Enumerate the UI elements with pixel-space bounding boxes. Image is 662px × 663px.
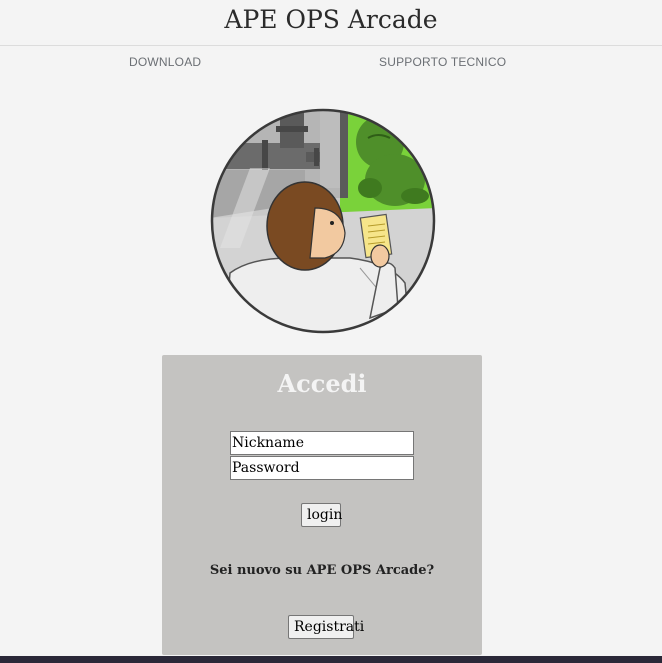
- login-title: Accedi: [277, 369, 367, 398]
- login-button[interactable]: login: [301, 503, 342, 527]
- nav-support-link[interactable]: SUPPORTO TECNICO: [379, 55, 506, 69]
- hero-illustration: [210, 108, 436, 334]
- password-input[interactable]: [230, 456, 414, 480]
- site-title: APE OPS Arcade: [224, 5, 438, 34]
- register-button[interactable]: Registrati: [288, 615, 364, 639]
- login-panel: Accedi login Sei nuovo su APE OPS Arcade…: [162, 355, 482, 655]
- scientist-ape-illustration: [210, 108, 436, 334]
- site-header: APE OPS Arcade: [0, 0, 662, 46]
- nav-download-link[interactable]: DOWNLOAD: [129, 55, 201, 69]
- footer-bar: [0, 656, 662, 663]
- signup-prompt: Sei nuovo su APE OPS Arcade?: [209, 563, 435, 578]
- nickname-input[interactable]: [230, 431, 414, 455]
